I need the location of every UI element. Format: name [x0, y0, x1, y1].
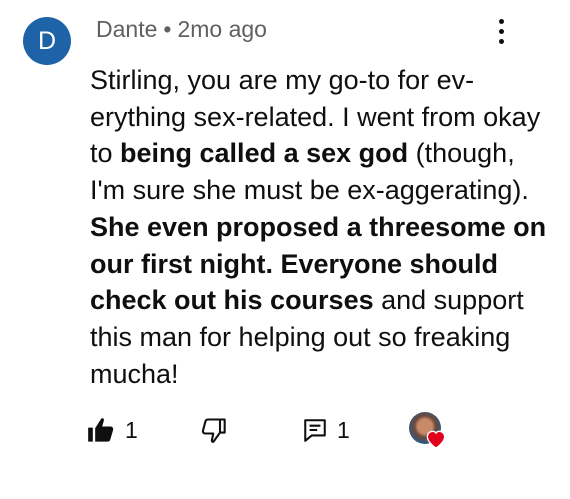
comment-text: Stirling, you are my go-to for ev-erythi… — [90, 62, 550, 392]
dislike-button[interactable] — [198, 416, 228, 444]
author-name[interactable]: Dante — [96, 16, 157, 42]
more-vert-icon-dot — [498, 28, 504, 34]
more-options-button[interactable] — [488, 14, 514, 48]
creator-heart-icon — [426, 430, 446, 449]
more-vert-icon-dot — [498, 38, 504, 44]
thumbs-down-icon — [201, 418, 226, 443]
comment-time[interactable]: 2mo ago — [177, 16, 267, 42]
reply-count: 1 — [337, 416, 350, 443]
thumbs-up-icon — [88, 418, 114, 442]
author-avatar[interactable]: D — [23, 17, 71, 65]
comment-text-bold: being called a sex god — [120, 138, 409, 169]
creator-heart-badge[interactable] — [409, 412, 449, 452]
comment-meta: Dante • 2mo ago — [96, 16, 267, 43]
more-vert-icon — [498, 18, 504, 24]
like-button[interactable]: 1 — [86, 416, 138, 444]
like-count: 1 — [125, 416, 138, 443]
reply-icon — [304, 419, 326, 442]
meta-separator: • — [163, 16, 172, 42]
comment-actions: 1 1 — [86, 412, 566, 452]
reply-button[interactable]: 1 — [302, 416, 350, 444]
